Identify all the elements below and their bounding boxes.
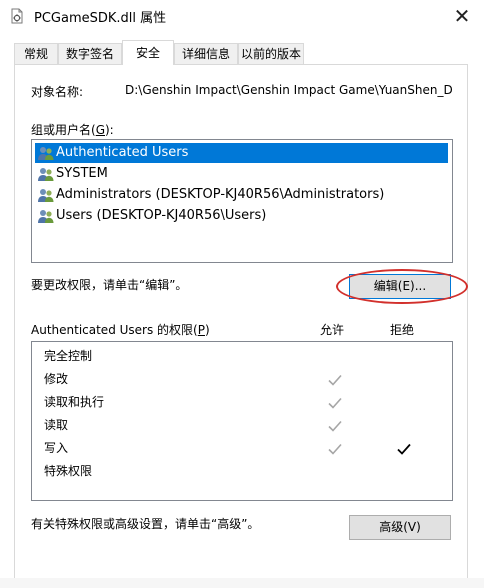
tab-digital-signatures[interactable]: 数字签名 xyxy=(58,43,122,64)
object-name-value: D:\Genshin Impact\Genshin Impact Game\Yu… xyxy=(125,83,453,97)
change-permissions-hint: 要更改权限，请单击“编辑”。 xyxy=(31,278,188,292)
permissions-label: Authenticated Users 的权限(P) xyxy=(31,323,210,337)
users-group-icon xyxy=(37,208,55,224)
permission-name: 完全控制 xyxy=(44,349,93,363)
permission-name: 读取 xyxy=(44,418,69,432)
deny-column-header: 拒绝 xyxy=(390,323,415,337)
permission-row: 读取 xyxy=(44,414,68,436)
permission-name: 修改 xyxy=(44,372,69,386)
tab-previous-versions[interactable]: 以前的版本 xyxy=(238,43,304,64)
permission-row: 完全控制 xyxy=(44,345,92,367)
check-icon xyxy=(327,441,343,457)
list-item-authenticated-users[interactable]: Authenticated Users xyxy=(35,143,448,163)
permission-name: 读取和执行 xyxy=(44,395,105,409)
check-icon xyxy=(396,441,412,457)
permission-row: 读取和执行 xyxy=(44,391,104,413)
allow-column-header: 允许 xyxy=(320,323,345,337)
tab-security[interactable]: 安全 xyxy=(122,40,174,65)
check-icon xyxy=(327,418,343,434)
user-list[interactable]: Authenticated Users SYSTEM Administrator… xyxy=(31,139,453,263)
dialog-footer xyxy=(0,578,484,588)
permission-row: 修改 xyxy=(44,368,68,390)
file-icon xyxy=(9,8,25,24)
window-title: PCGameSDK.dll 属性 xyxy=(34,11,167,26)
check-icon xyxy=(327,395,343,411)
permission-name: 特殊权限 xyxy=(44,464,93,478)
advanced-hint: 有关特殊权限或高级设置，请单击“高级”。 xyxy=(31,517,260,531)
permission-row: 写入 xyxy=(44,437,68,459)
check-icon xyxy=(327,372,343,388)
title-bar: PCGameSDK.dll 属性 ✕ xyxy=(0,0,484,32)
edit-button[interactable]: 编辑(E)... xyxy=(349,274,451,299)
users-group-icon xyxy=(37,187,55,203)
users-group-icon xyxy=(37,145,55,161)
tab-general[interactable]: 常规 xyxy=(14,43,58,64)
users-group-icon xyxy=(37,166,55,182)
permission-name: 写入 xyxy=(44,441,69,455)
close-button[interactable]: ✕ xyxy=(440,0,484,32)
permissions-list: 完全控制 修改 读取和执行 读取 写入 特殊权限 xyxy=(31,341,453,501)
object-name-label: 对象名称: xyxy=(31,85,84,99)
group-list-label: 组或用户名(G): xyxy=(31,123,114,137)
advanced-button[interactable]: 高级(V) xyxy=(349,515,451,540)
permission-row: 特殊权限 xyxy=(44,460,92,482)
tab-details[interactable]: 详细信息 xyxy=(174,43,238,64)
